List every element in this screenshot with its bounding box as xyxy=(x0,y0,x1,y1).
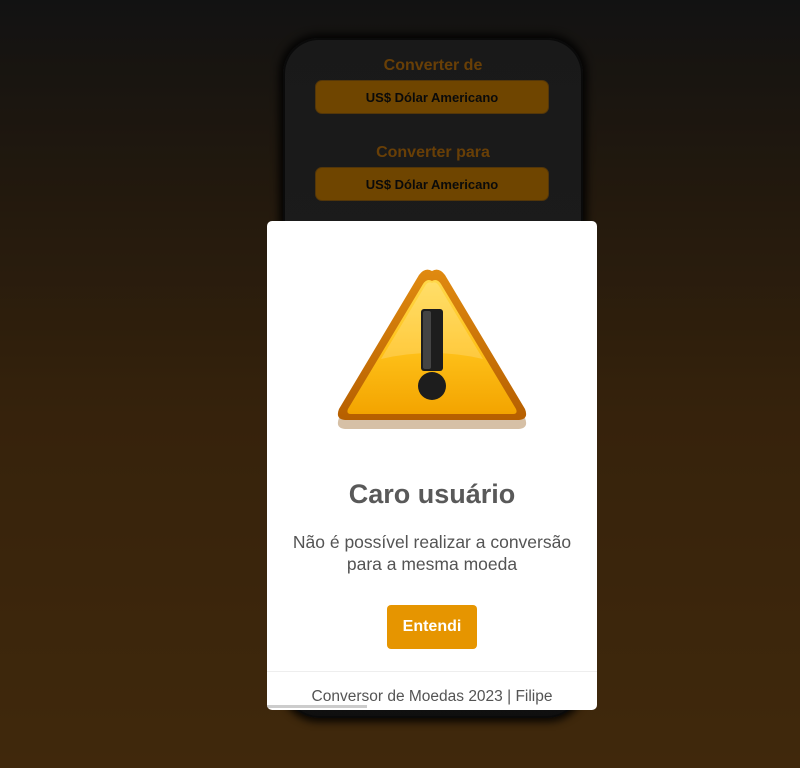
confirm-button[interactable]: Entendi xyxy=(387,605,477,649)
scrollbar[interactable] xyxy=(267,705,367,708)
alert-dialog: Caro usuário Não é possível realizar a c… xyxy=(267,221,597,710)
alert-title: Caro usuário xyxy=(348,479,516,509)
warning-triangle-icon xyxy=(337,269,527,429)
alert-footer: Conversor de Moedas 2023 | Filipe xyxy=(311,688,553,705)
alert-message: Não é possível realizar a conversão para… xyxy=(292,532,572,574)
footer-divider xyxy=(267,671,597,672)
